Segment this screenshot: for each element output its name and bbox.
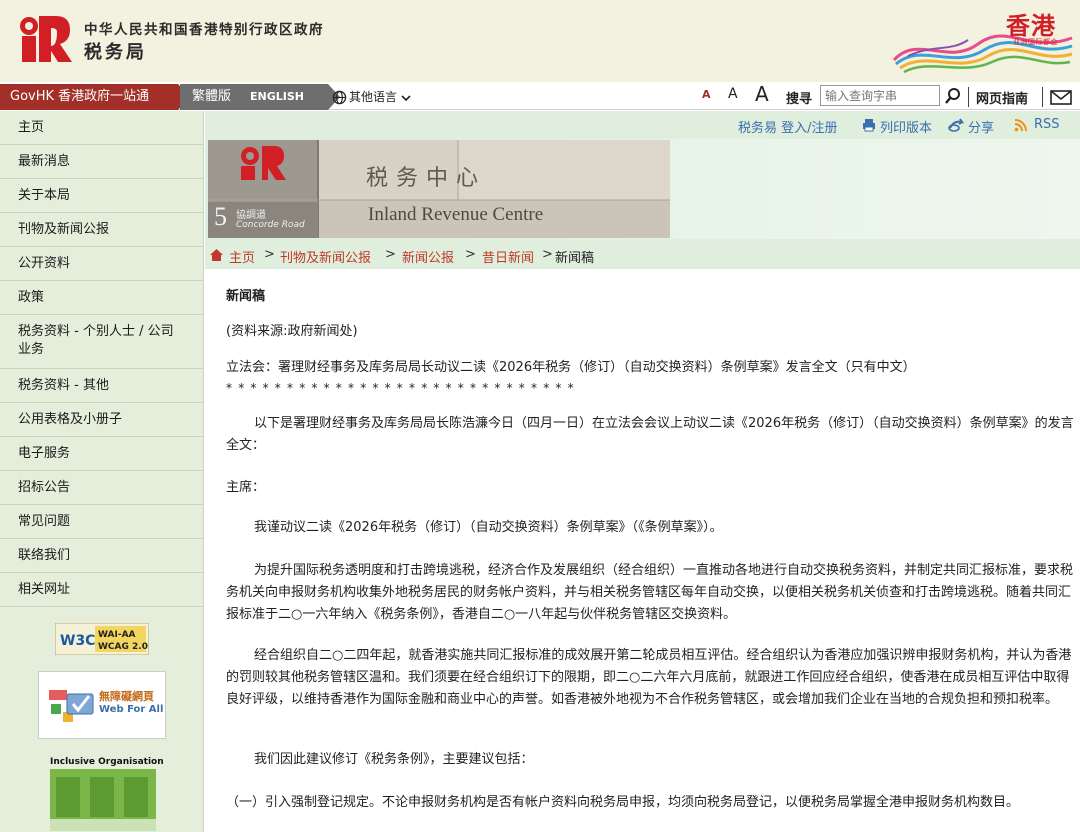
search-icon[interactable] [944, 87, 962, 105]
home-icon[interactable] [210, 249, 223, 261]
sidebar-item[interactable]: 关于本局 [0, 179, 204, 213]
sidebar-item[interactable]: 最新消息 [0, 145, 204, 179]
lang-english-link[interactable]: ENGLISH [250, 84, 304, 110]
breadcrumb-separator: > [465, 247, 476, 262]
breadcrumb-separator: > [385, 247, 396, 262]
page-title: 新闻稿 [226, 289, 266, 304]
svg-text:WCAG 2.0: WCAG 2.0 [98, 642, 148, 652]
breadcrumb: 主页 > 刊物及新闻公报 > 新闻公报 > 昔日新闻 > 新闻稿 [205, 239, 1080, 269]
building-name-en: Inland Revenue Centre [368, 204, 544, 225]
article-paragraph-4: 经合组织自二○二四年起，就香港实施共同汇报标准的成效展开第二轮成员相互评估。经合… [226, 648, 1072, 707]
sidebar-item[interactable]: 主页 [0, 111, 204, 145]
article-headline: 立法会：署理财经事务及库务局局长动议二读《2026年税务（修订）（自动交换资料）… [226, 360, 916, 375]
breadcrumb-current: 新闻稿 [555, 251, 595, 266]
share-link[interactable]: 分享 [968, 117, 994, 136]
brand-hong-kong-logo[interactable]: 香港 亚洲国际都会 [888, 4, 1074, 78]
brand-title: 香港 [1006, 12, 1056, 40]
article-chair: 主席： [226, 480, 266, 495]
rss-icon[interactable] [1014, 119, 1027, 132]
globe-icon [332, 90, 347, 105]
sidebar-item[interactable]: 政策 [0, 281, 204, 315]
web-for-all-en: Web For All [99, 704, 164, 715]
breadcrumb-separator: > [542, 247, 553, 262]
monitor-icon [49, 690, 94, 722]
svg-text:WAI-AA: WAI-AA [98, 630, 136, 640]
sidebar-item[interactable]: 常见问题 [0, 505, 204, 539]
sidebar: 主页 最新消息 关于本局 刊物及新闻公报 公开资料 政策 税务资料 - 个别人士 / 公司业… [0, 111, 204, 832]
font-size-small-button[interactable]: A [702, 88, 711, 101]
building-name-cn: 税务中心 [366, 166, 487, 191]
sidebar-item[interactable]: 公用表格及小册子 [0, 403, 204, 437]
ird-logo-icon[interactable] [18, 14, 72, 64]
breadcrumb-archive[interactable]: 昔日新闻 [482, 247, 534, 266]
breadcrumb-publications[interactable]: 刊物及新闻公报 [280, 247, 371, 266]
sidebar-item[interactable]: 刊物及新闻公报 [0, 213, 204, 247]
breadcrumb-home[interactable]: 主页 [229, 247, 255, 266]
divider [1042, 87, 1043, 107]
sidebar-item[interactable]: 联络我们 [0, 539, 204, 573]
sidebar-item[interactable]: 招标公告 [0, 471, 204, 505]
article-paragraph-6: （一）引入强制登记规定。不论申报财务机构是否有帐户资料向税务局申报，均须向税务局… [226, 795, 1020, 810]
article-paragraph-5: 我们因此建议修订《税务条例》，主要建议包括： [254, 752, 534, 767]
font-size-large-button[interactable]: A [755, 82, 769, 106]
other-languages-label: 其他语言 [349, 90, 398, 104]
chevron-down-icon [401, 94, 411, 101]
sidebar-item[interactable]: 税务资料 - 其他 [0, 369, 204, 403]
inclusive-organisation-icon [50, 769, 156, 831]
print-icon[interactable] [862, 118, 876, 132]
article-paragraph-1: 以下是署理财经事务及库务局局长陈浩濂今日（四月一日）在立法会会议上动议二读《20… [226, 416, 1074, 453]
etax-login-link[interactable]: 税务易 登入/注册 [738, 117, 838, 136]
print-version-link[interactable]: 列印版本 [880, 117, 932, 136]
address-en: Concorde Road [236, 220, 305, 230]
lang-traditional-link[interactable]: 繁體版 [192, 84, 231, 110]
sidebar-item[interactable]: 公开资料 [0, 247, 204, 281]
top-navigation-bar: GovHK 香港政府一站通 繁體版 ENGLISH 其他语言 A A A 搜寻 … [0, 82, 1080, 110]
breadcrumb-press-releases[interactable]: 新闻公报 [402, 247, 454, 266]
article-source: (资料来源:政府新闻处) [226, 324, 358, 339]
address-number: 5 [214, 202, 227, 231]
web-for-all-cn: 無障礙網頁 [99, 690, 154, 703]
svg-text:W3C: W3C [60, 633, 95, 649]
web-for-all-badge[interactable]: 無障礙網頁 Web For All [38, 671, 166, 739]
divider [968, 87, 969, 107]
sidebar-item[interactable]: 税务资料 - 个别人士 / 公司业务 [0, 315, 204, 369]
mail-icon[interactable] [1050, 90, 1072, 105]
utility-bar: 税务易 登入/注册 列印版本 分享 RSS [205, 111, 1080, 139]
search-label: 搜寻 [786, 92, 813, 107]
sidebar-item[interactable]: 电子服务 [0, 437, 204, 471]
article-paragraph-2: 我谨动议二读《2026年税务（修订）（自动交换资料）条例草案》（《条例草案》）。 [254, 520, 723, 535]
address-cn: 協調道 [236, 210, 266, 221]
breadcrumb-separator: > [264, 247, 275, 262]
other-languages-dropdown[interactable]: 其他语言 [332, 84, 411, 110]
inclusive-organisation-badge[interactable]: Inclusive Organisation [48, 755, 164, 832]
govhk-link[interactable]: GovHK 香港政府一站通 [0, 84, 190, 110]
article-paragraph-3: 为提升国际税务透明度和打击跨境逃税，经济合作及发展组织（经合组织）一直推动各地进… [226, 563, 1074, 622]
web-guide-link[interactable]: 网页指南 [976, 88, 1028, 107]
w3c-wcag-badge-icon[interactable]: W3C WAI-AA WCAG 2.0 [55, 623, 149, 655]
font-size-medium-button[interactable]: A [728, 86, 738, 102]
search-input[interactable] [820, 85, 940, 106]
inclusive-organisation-title: Inclusive Organisation [50, 757, 164, 767]
rss-link[interactable]: RSS [1034, 117, 1060, 132]
sidebar-item[interactable]: 相关网址 [0, 573, 204, 607]
brand-subtitle: 亚洲国际都会 [1013, 38, 1058, 46]
share-icon[interactable] [948, 118, 964, 132]
article-stars-divider: ***************************** [226, 381, 580, 395]
department-name: 税务局 [84, 42, 147, 63]
government-name: 中华人民共和国香港特别行政区政府 [84, 22, 324, 38]
inland-revenue-centre-photo: 5 協調道 Concorde Road 税务中心 Inland Revenue … [208, 140, 670, 238]
site-header: 中华人民共和国香港特别行政区政府 税务局 香港 亚洲国际都会 [0, 0, 1080, 82]
